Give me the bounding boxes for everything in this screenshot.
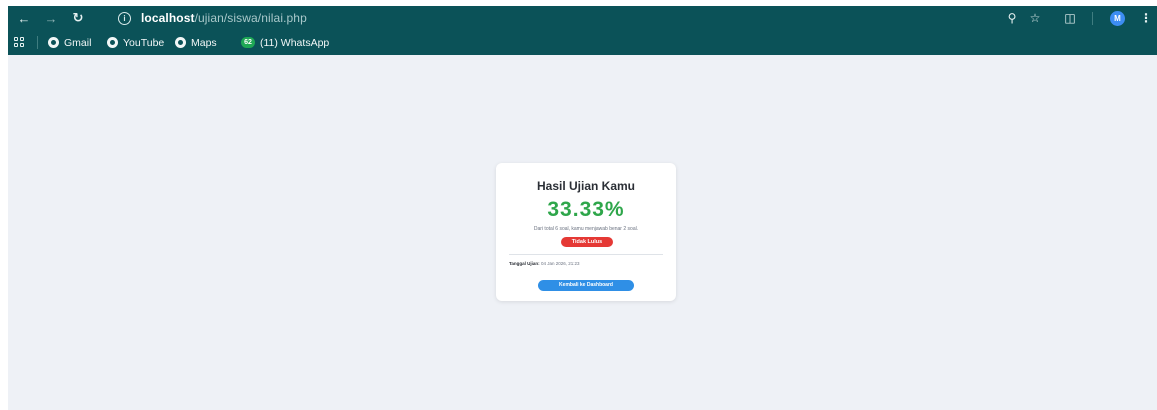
bookmark-youtube[interactable]: YouTube [107, 35, 164, 50]
bookmark-label: YouTube [123, 36, 165, 49]
exam-date-value: 04 Jan 2026, 21:23 [540, 261, 580, 266]
bookmark-label: Maps [191, 36, 217, 49]
zoom-icon[interactable]: ⚲ [1002, 8, 1022, 28]
profile-avatar[interactable]: M [1110, 11, 1125, 26]
result-card: Hasil Ujian Kamu 33.33% Dari total 6 soa… [496, 163, 676, 301]
puzzle-icon[interactable]: ◫ [1060, 8, 1080, 28]
whatsapp-icon: 62 [241, 37, 255, 48]
exam-date-label: Tanggal Ujian: [509, 261, 540, 266]
kebab-menu-icon[interactable]: ⋮ [1136, 8, 1156, 28]
bookmark-maps[interactable]: Maps [175, 35, 217, 50]
address-bar[interactable]: i localhost/ujian/siswa/nilai.php [108, 8, 1038, 28]
back-to-dashboard-button[interactable]: Kembali ke Dashboard [538, 280, 634, 291]
bookmark-label: Gmail [64, 36, 92, 49]
bookmark-whatsapp[interactable]: 62 (11) WhatsApp [241, 35, 329, 50]
card-divider [509, 254, 663, 255]
browser-toolbar: ← → ↻ i localhost/ujian/siswa/nilai.php … [8, 6, 1157, 30]
exam-date: Tanggal Ujian: 04 Jan 2026, 21:23 [509, 261, 579, 266]
arrow-right-icon[interactable]: → [41, 8, 61, 28]
page-content: Hasil Ujian Kamu 33.33% Dari total 6 soa… [8, 55, 1157, 410]
url-text[interactable]: localhost/ujian/siswa/nilai.php [141, 11, 307, 25]
url-path: /ujian/siswa/nilai.php [194, 11, 307, 25]
browser-window: ← → ↻ i localhost/ujian/siswa/nilai.php … [8, 6, 1157, 410]
status-badge: Tidak Lulus [561, 237, 613, 247]
globe-icon [175, 37, 186, 48]
bookmark-label: (11) WhatsApp [260, 36, 330, 49]
bookmarks-bar: Gmail YouTube Maps 62 (11) WhatsApp [8, 30, 1157, 55]
bookmarks-divider [37, 36, 38, 49]
score-value: 33.33% [547, 198, 625, 221]
arrow-left-icon[interactable]: ← [14, 8, 34, 28]
globe-icon [107, 37, 118, 48]
bookmark-gmail[interactable]: Gmail [48, 35, 91, 50]
reload-icon[interactable]: ↻ [68, 8, 88, 28]
toolbar-divider [1092, 12, 1093, 25]
url-host: localhost [141, 11, 195, 25]
info-icon[interactable]: i [118, 11, 131, 25]
result-summary: Dari total 6 soal, kamu menjawab benar 2… [533, 226, 639, 232]
result-title: Hasil Ujian Kamu [536, 179, 636, 193]
apps-grid-icon[interactable] [14, 37, 25, 48]
globe-icon [48, 37, 59, 48]
star-icon[interactable]: ☆ [1025, 8, 1045, 28]
